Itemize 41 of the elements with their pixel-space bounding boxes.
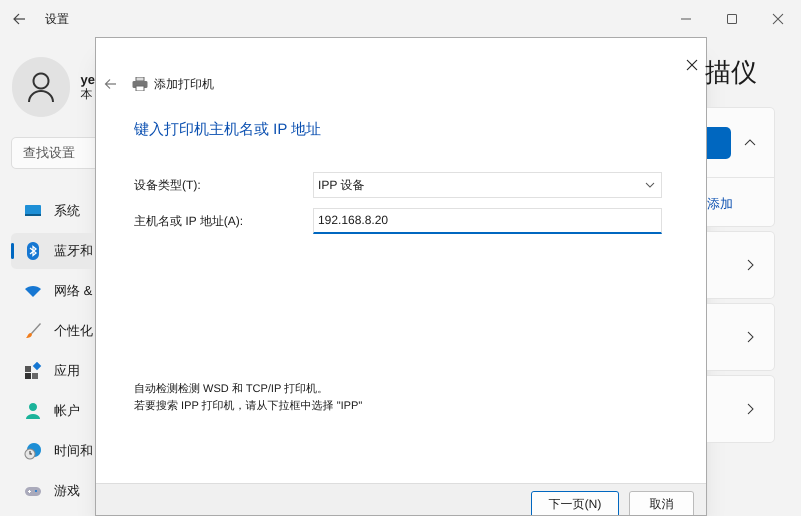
selection-indicator xyxy=(11,243,14,259)
close-icon[interactable] xyxy=(686,59,698,71)
dialog-button[interactable]: 下一页(N) xyxy=(531,491,619,515)
chevron-right-icon xyxy=(747,403,754,415)
apps-icon xyxy=(24,362,42,380)
page-title: 描仪 xyxy=(705,56,758,88)
person-icon xyxy=(24,402,42,420)
back-arrow-icon[interactable] xyxy=(12,12,26,26)
brush-icon xyxy=(24,322,42,340)
nav-item[interactable]: 网络 & xyxy=(11,273,95,309)
nav-item[interactable]: 应用 xyxy=(11,353,95,389)
dialog-button[interactable]: 取消 xyxy=(629,491,694,515)
clock-icon xyxy=(24,442,42,460)
chevron-down-icon xyxy=(645,182,655,188)
chevron-right-icon xyxy=(747,259,754,271)
field-label: 设备类型(T): xyxy=(134,176,202,194)
dialog-title: 添加打印机 xyxy=(154,76,214,93)
field-label: 主机名或 IP 地址(A): xyxy=(134,212,244,230)
primary-button[interactable] xyxy=(707,126,731,158)
window-title: 设置 xyxy=(45,10,69,28)
add-link[interactable]: 添加 xyxy=(707,194,774,214)
nav-item[interactable]: 个性化 xyxy=(11,313,95,349)
nav-item[interactable]: 系统 xyxy=(11,193,95,229)
nav-item[interactable]: 帐户 xyxy=(11,393,95,429)
printer-icon xyxy=(132,77,148,91)
info-text: 自动检测检测 WSD 和 TCP/IP 打印机。 xyxy=(134,382,330,397)
user-subtitle: 本 xyxy=(80,87,94,102)
nav-item[interactable]: 蓝牙和 xyxy=(11,233,95,269)
user-name: ye xyxy=(80,72,95,87)
person-icon xyxy=(26,72,55,102)
device-type-dropdown[interactable]: IPP 设备 xyxy=(313,172,662,198)
chevron-up-icon[interactable] xyxy=(744,139,756,146)
back-arrow-icon[interactable] xyxy=(104,78,117,90)
host-address-field[interactable]: 192.168.8.20 xyxy=(313,208,662,234)
info-text: 若要搜索 IPP 打印机，请从下拉框中选择 "IPP" xyxy=(134,398,364,414)
nav-item[interactable]: 时间和 xyxy=(11,433,95,469)
nav-item[interactable]: 游戏 xyxy=(11,473,95,509)
bluetooth-icon xyxy=(24,242,42,260)
dialog-heading: 键入打印机主机名或 IP 地址 xyxy=(134,120,322,140)
search-field[interactable]: 查找设置 xyxy=(11,137,95,169)
chevron-right-icon xyxy=(747,331,754,343)
